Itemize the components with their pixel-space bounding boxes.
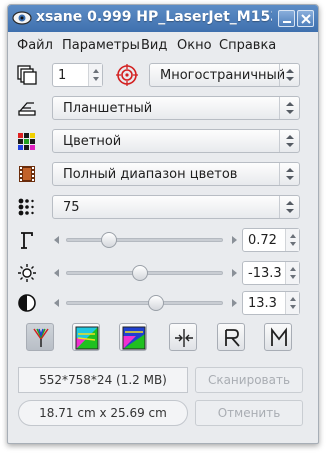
brightness-value: -13.3: [248, 266, 282, 281]
gamma-decrease-icon[interactable]: [54, 236, 59, 244]
scan-button[interactable]: Сканировать: [195, 367, 303, 393]
xsane-window: xsane 0.999 HP_LaserJet_M1536dnf Файл Па…: [7, 4, 319, 444]
brightness-sun-icon: [17, 263, 37, 283]
contrast-icon: [17, 293, 37, 313]
menu-view[interactable]: Вид: [141, 38, 167, 53]
enhance-m-icon: [271, 327, 287, 346]
resolution-dots-icon: [17, 197, 37, 217]
copies-spinbox[interactable]: 1: [52, 63, 103, 87]
scan-mode-select[interactable]: Многостраничный: [149, 63, 300, 87]
color-range-row: Полный диапазон цветов: [8, 160, 318, 188]
contrast-increase-icon[interactable]: [232, 299, 237, 307]
copies-value: 1: [58, 68, 67, 83]
color-mode-value: Цветной: [63, 134, 122, 149]
image-size-text: 552*758*24 (1.2 MB): [39, 373, 167, 387]
color-range-select[interactable]: Полный диапазон цветов: [52, 162, 300, 186]
resolution-value: 75: [63, 200, 80, 215]
source-select[interactable]: Планшетный: [52, 96, 300, 120]
gamma-spinbox[interactable]: 0.72: [242, 228, 300, 252]
contrast-spin-arrows[interactable]: [285, 292, 299, 314]
gamma-icon: [17, 230, 37, 250]
enhance-m-button[interactable]: [264, 323, 292, 351]
menu-window[interactable]: Окно: [177, 38, 212, 53]
autoadjust-button[interactable]: [72, 323, 100, 351]
gamma-slider-handle[interactable]: [101, 232, 118, 248]
flatbed-scanner-icon: [17, 98, 37, 118]
contrast-row: 13.3: [8, 289, 318, 317]
scan-mode-value: Многостраничный: [160, 68, 286, 83]
image-size-info: 552*758*24 (1.2 MB): [18, 367, 188, 393]
brightness-decrease-icon[interactable]: [54, 269, 59, 277]
color-mode-row: Цветной: [8, 127, 318, 155]
contrast-spinbox[interactable]: 13.3: [242, 291, 300, 315]
restore-button[interactable]: [169, 323, 197, 351]
source-arrows: [279, 97, 299, 119]
source-row: Планшетный: [8, 94, 318, 122]
brightness-spin-arrows[interactable]: [285, 262, 299, 284]
window-title: xsane 0.999 HP_LaserJet_M1536dnf: [36, 9, 272, 25]
contrast-slider-handle[interactable]: [147, 295, 164, 311]
copies-row: 1 Многостраничный: [8, 61, 318, 89]
menu-parameters[interactable]: Параметры: [62, 38, 140, 53]
scan-mode-arrows: [279, 64, 299, 86]
source-value: Планшетный: [63, 101, 153, 116]
cancel-button-label: Отменить: [217, 406, 281, 420]
histogram-button[interactable]: [26, 323, 54, 351]
dimensions-info: 18.71 cm x 25.69 cm: [18, 400, 188, 426]
store-r-icon: [225, 329, 240, 347]
close-button[interactable]: [297, 10, 314, 27]
minimize-button[interactable]: [278, 10, 295, 27]
xsane-logo-icon: [12, 8, 32, 28]
resolution-arrows: [279, 196, 299, 218]
resolution-row: 75: [8, 193, 318, 221]
target-icon[interactable]: [115, 63, 139, 87]
resolution-select[interactable]: 75: [52, 195, 300, 219]
contrast-slider[interactable]: [66, 301, 223, 305]
contrast-value: 13.3: [248, 296, 277, 311]
color-mode-icon: [17, 131, 37, 151]
menu-bar: Файл Параметры Вид Окно Справка: [8, 32, 318, 58]
menu-help[interactable]: Справка: [219, 38, 276, 53]
gamma-increase-icon[interactable]: [232, 236, 237, 244]
copies-spin-arrows[interactable]: [88, 64, 102, 86]
color-range-arrows: [279, 163, 299, 185]
color-range-value: Полный диапазон цветов: [63, 167, 238, 182]
gamma-slider[interactable]: [66, 238, 223, 242]
cancel-button[interactable]: Отменить: [195, 400, 303, 426]
histogram-icon: [33, 328, 49, 347]
restore-icon: [175, 329, 193, 347]
menu-file[interactable]: Файл: [17, 38, 53, 53]
color-mode-arrows: [279, 130, 299, 152]
store-button[interactable]: [217, 323, 245, 351]
default-enhance-icon: [122, 326, 146, 350]
film-strip-icon: [17, 164, 37, 184]
gamma-value: 0.72: [248, 233, 277, 248]
brightness-increase-icon[interactable]: [232, 269, 237, 277]
contrast-decrease-icon[interactable]: [54, 299, 59, 307]
gamma-spin-arrows[interactable]: [285, 229, 299, 251]
gamma-row: 0.72: [8, 226, 318, 254]
brightness-row: -13.3: [8, 259, 318, 287]
copies-icon: [17, 65, 37, 85]
default-enhance-button[interactable]: [119, 323, 147, 351]
color-mode-select[interactable]: Цветной: [52, 129, 300, 153]
scan-button-label: Сканировать: [207, 373, 291, 387]
brightness-slider-handle[interactable]: [132, 265, 149, 281]
autoadjust-icon: [75, 326, 99, 350]
title-bar[interactable]: xsane 0.999 HP_LaserJet_M1536dnf: [8, 5, 318, 32]
brightness-spinbox[interactable]: -13.3: [242, 261, 300, 285]
dimensions-text: 18.71 cm x 25.69 cm: [39, 406, 167, 420]
